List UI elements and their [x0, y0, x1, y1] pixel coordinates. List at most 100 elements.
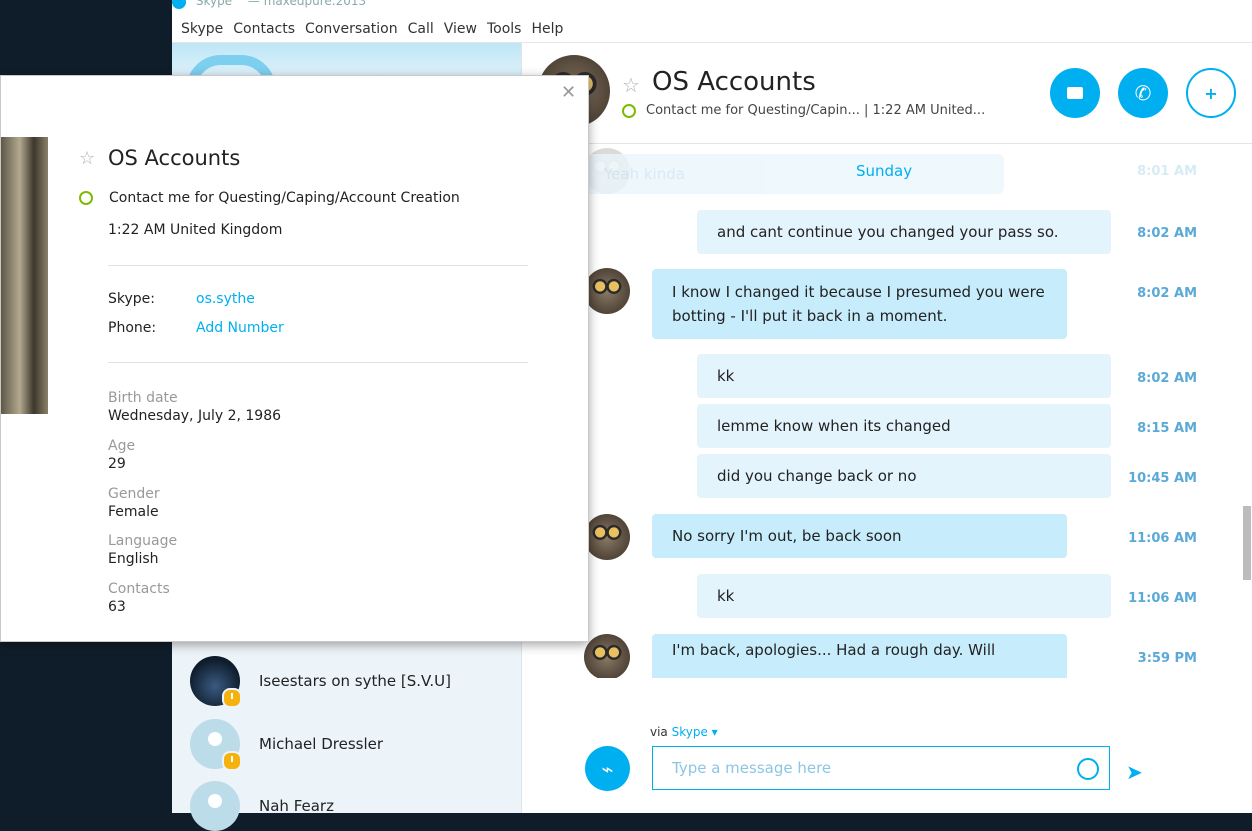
avatar: [584, 268, 630, 314]
skype-logo-icon: [172, 0, 186, 9]
gender-value: Female: [108, 504, 159, 520]
message-bubble[interactable]: lemme know when its changed: [697, 404, 1111, 448]
menu-skype[interactable]: Skype: [181, 21, 223, 37]
message-bubble[interactable]: I'm back, apologies... Had a rough day. …: [652, 634, 1067, 678]
divider: [108, 265, 528, 266]
message-bubble[interactable]: kk: [697, 574, 1111, 618]
profile-photo: [1, 137, 48, 414]
send-via: via Skype ▾: [650, 725, 718, 739]
profile-local-time: 1:22 AM United Kingdom: [108, 222, 283, 238]
message-time: 11:06 AM: [1128, 531, 1197, 546]
message-time: 8:15 AM: [1137, 421, 1197, 436]
avatar: [190, 656, 242, 708]
message-text: I know I changed it because I presumed y…: [672, 283, 1045, 325]
language-label: Language: [108, 533, 178, 549]
day-separator: Sunday: [856, 162, 913, 180]
profile-mood: Contact me for Questing/Caping/Account C…: [79, 190, 460, 206]
menu-contacts[interactable]: Contacts: [233, 21, 295, 37]
via-skype-dropdown[interactable]: Skype ▾: [672, 725, 718, 739]
message-text: lemme know when its changed: [717, 417, 951, 435]
message-time: 8:02 AM: [1137, 371, 1197, 386]
avatar: [190, 781, 240, 831]
favorite-star-icon[interactable]: ☆: [622, 73, 640, 97]
favorite-star-icon[interactable]: ☆: [79, 148, 95, 169]
close-icon[interactable]: ✕: [561, 82, 576, 103]
message-input[interactable]: Type a message here: [652, 746, 1110, 790]
message-text: and cant continue you changed your pass …: [717, 223, 1059, 241]
contacts-value: 63: [108, 599, 126, 615]
via-label: via: [650, 725, 668, 739]
menu-bar: Skype Contacts Conversation Call View To…: [172, 16, 1252, 43]
message-list[interactable]: Yeah kinda 8:01 AM Sunday and cant conti…: [522, 144, 1252, 678]
send-icon[interactable]: ➤: [1126, 760, 1143, 784]
conversation-header: ☆ OS Accounts Contact me for Questing/Ca…: [522, 43, 1252, 144]
online-status-icon: [79, 191, 93, 205]
video-call-icon: [1067, 87, 1083, 99]
message-time: 8:02 AM: [1137, 226, 1197, 241]
video-call-button[interactable]: [1050, 68, 1100, 118]
menu-help[interactable]: Help: [531, 21, 563, 37]
message-bubble[interactable]: kk: [697, 354, 1111, 398]
gender-label: Gender: [108, 486, 160, 502]
scrollbar-thumb[interactable]: [1243, 506, 1251, 580]
age-label: Age: [108, 438, 136, 454]
birth-date-value: Wednesday, July 2, 1986: [108, 408, 282, 424]
away-status-icon: [222, 688, 242, 708]
online-status-icon: [622, 103, 636, 118]
message-bubble[interactable]: No sorry I'm out, be back soon: [652, 514, 1067, 558]
message-text: kk: [717, 587, 735, 605]
default-user-icon: [208, 732, 222, 746]
audio-call-button[interactable]: ✆: [1118, 68, 1168, 118]
window-title: Skype™ — maxedpure.2013: [195, 0, 367, 8]
message-bubble[interactable]: did you change back or no: [697, 454, 1111, 498]
status-text: Contact me for Questing/Capin... | 1:22 …: [646, 103, 986, 118]
menu-call[interactable]: Call: [408, 21, 434, 37]
add-number-link[interactable]: Add Number: [196, 320, 284, 336]
avatar: [190, 719, 242, 771]
add-contact-button[interactable]: +: [1186, 68, 1236, 118]
conversation-status: Contact me for Questing/Capin... | 1:22 …: [622, 103, 985, 118]
message-time: 8:02 AM: [1137, 286, 1197, 301]
phone-label: Phone:: [108, 320, 157, 336]
attach-icon: ⌁: [601, 756, 614, 781]
profile-name: OS Accounts: [108, 146, 241, 170]
contact-item[interactable]: Nah Fearz: [190, 781, 334, 831]
emoji-icon[interactable]: [1077, 758, 1099, 780]
title-bar: Skype™ — maxedpure.2013: [172, 0, 572, 10]
contact-name: Nah Fearz: [259, 797, 334, 815]
message-time: 8:01 AM: [1137, 164, 1197, 179]
away-status-icon: [222, 751, 242, 771]
divider: [108, 362, 528, 363]
add-contact-icon: +: [1204, 83, 1218, 103]
menu-tools[interactable]: Tools: [487, 21, 522, 37]
message-time: 10:45 AM: [1128, 471, 1197, 486]
message-bubble[interactable]: and cant continue you changed your pass …: [697, 210, 1111, 254]
mood-text: Contact me for Questing/Caping/Account C…: [109, 190, 460, 206]
message-time: 3:59 PM: [1137, 651, 1197, 666]
message-text: No sorry I'm out, be back soon: [672, 527, 902, 545]
avatar: [584, 514, 630, 560]
menu-view[interactable]: View: [444, 21, 477, 37]
message-time: 11:06 AM: [1128, 591, 1197, 606]
age-value: 29: [108, 456, 126, 472]
skype-label: Skype:: [108, 291, 155, 307]
message-bubble[interactable]: I know I changed it because I presumed y…: [652, 269, 1067, 339]
menu-conversation[interactable]: Conversation: [305, 21, 398, 37]
contact-name: Michael Dressler: [259, 735, 384, 753]
message-text: I'm back, apologies... Had a rough day. …: [672, 641, 996, 659]
default-user-icon: [208, 794, 222, 808]
message-input-placeholder: Type a message here: [672, 759, 832, 777]
birth-date-label: Birth date: [108, 390, 178, 406]
message-scrollbar[interactable]: [1242, 144, 1252, 678]
contacts-label: Contacts: [108, 581, 170, 597]
conversation-name[interactable]: OS Accounts: [652, 67, 816, 97]
message-text: Yeah kinda: [604, 165, 685, 183]
contact-item[interactable]: Iseestars on sythe [S.V.U]: [190, 656, 451, 708]
phone-call-icon: ✆: [1134, 81, 1152, 105]
contact-item[interactable]: Michael Dressler: [190, 719, 384, 771]
attach-button[interactable]: ⌁: [585, 746, 630, 791]
message-text: did you change back or no: [717, 467, 917, 485]
skype-name-link[interactable]: os.sythe: [196, 291, 255, 307]
faded-message: Yeah kinda: [584, 154, 1004, 194]
message-text: kk: [717, 367, 735, 385]
